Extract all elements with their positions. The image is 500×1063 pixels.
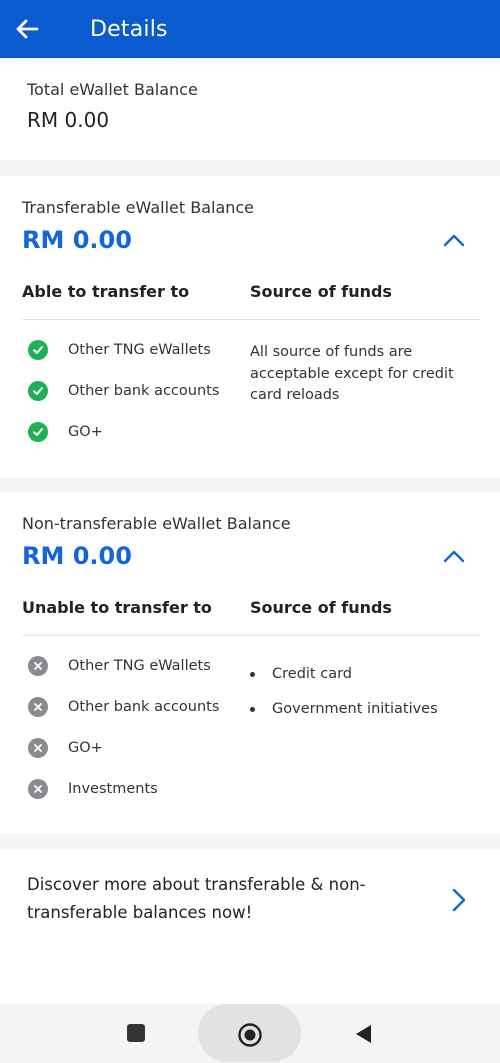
recent-apps-icon[interactable] [127,1024,145,1042]
non-transferable-label: Non-transferable eWallet Balance [22,514,291,533]
source-of-funds-header: Source of funds [250,598,392,617]
list-item-label: GO+ [68,424,103,440]
check-circle-icon [28,381,48,401]
divider [22,635,480,636]
chevron-up-icon[interactable] [441,544,467,570]
check-circle-icon [28,422,48,442]
list-item: GO+ [28,737,103,759]
divider [22,319,480,320]
unable-to-transfer-header: Unable to transfer to [22,598,212,617]
bullet-dot [250,706,255,712]
source-bullet: Government initiatives [250,701,438,717]
funds-note: All source of funds are acceptable excep… [250,344,454,403]
list-item: GO+ [28,421,103,443]
total-balance-card: Total eWallet Balance RM 0.00 [0,58,500,160]
total-balance-value: RM 0.00 [27,108,110,132]
list-item: Other bank accounts [28,696,219,718]
list-item-label: GO+ [68,740,103,756]
cross-circle-icon [28,779,48,799]
bullet-dot [250,671,255,677]
chevron-up-icon[interactable] [441,228,467,254]
list-item: Other TNG eWallets [28,339,211,361]
system-nav-bar [0,1004,500,1063]
back-arrow-icon [16,19,39,39]
discover-text: Discover more about transferable & non-t… [27,875,366,922]
list-item: Other bank accounts [28,380,219,402]
list-item: Other TNG eWallets [28,655,211,677]
chevron-right-icon[interactable] [449,887,469,913]
list-item-label: Other TNG eWallets [68,658,211,674]
list-item-label: Other bank accounts [68,699,220,715]
source-label: Credit card [272,666,352,682]
list-item: Investments [28,778,158,800]
able-to-transfer-header: Able to transfer to [22,282,190,301]
total-balance-label: Total eWallet Balance [27,80,198,99]
cross-circle-icon [28,697,48,717]
list-item-label: Investments [68,781,158,797]
transferable-section: Transferable eWallet Balance RM 0.00 Abl… [0,176,500,478]
check-circle-icon [28,340,48,360]
page-title: Details [90,16,168,42]
source-label: Government initiatives [272,701,438,717]
source-of-funds-header: Source of funds [250,282,392,301]
list-item-label: Other TNG eWallets [68,342,211,358]
back-button[interactable] [2,0,52,58]
home-icon[interactable] [237,1022,263,1048]
non-transferable-amount: RM 0.00 [22,542,132,570]
transferable-amount: RM 0.00 [22,226,132,254]
back-triangle-icon[interactable] [354,1024,372,1044]
non-transferable-section: Non-transferable eWallet Balance RM 0.00… [0,492,500,834]
source-bullet: Credit card [250,666,352,682]
cross-circle-icon [28,738,48,758]
transferable-label: Transferable eWallet Balance [22,198,255,217]
cross-circle-icon [28,656,48,676]
list-item-label: Other bank accounts [68,383,220,399]
app-bar: Details [0,0,500,58]
discover-banner[interactable]: Discover more about transferable & non-t… [0,849,500,1006]
